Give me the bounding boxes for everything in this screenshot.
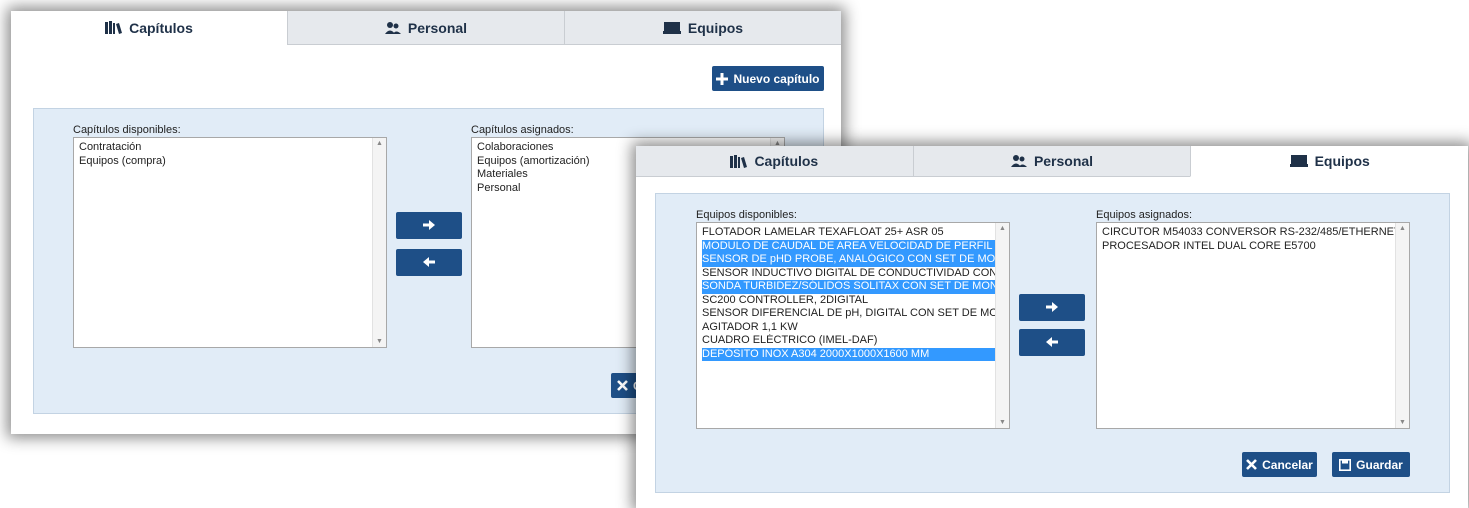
list-item[interactable]: Contratación [79, 141, 386, 155]
scroll-up-icon[interactable]: ▲ [996, 225, 1009, 232]
assigned-chapters-label: Capítulos asignados: [471, 124, 574, 136]
add-equipment-button[interactable] [1019, 294, 1085, 321]
assigned-equipment-label: Equipos asignados: [1096, 209, 1193, 221]
tab-label: Equipos [1314, 153, 1370, 169]
tab-chapters[interactable]: Capítulos [636, 146, 913, 176]
close-icon [617, 380, 628, 391]
scroll-up-icon[interactable]: ▲ [373, 140, 386, 147]
list-item[interactable]: SENSOR DIFERENCIAL DE pH, DIGITAL CON SE… [702, 307, 1009, 321]
arrow-right-icon [423, 217, 435, 235]
books-icon [730, 154, 748, 168]
users-icon [384, 21, 401, 35]
cancel-button[interactable]: Cancelar [1242, 452, 1317, 477]
available-equipment-label: Equipos disponibles: [696, 209, 797, 221]
tab-equipment[interactable]: Equipos [1190, 146, 1469, 177]
remove-equipment-button[interactable] [1019, 329, 1085, 356]
save-label: Guardar [1356, 457, 1403, 472]
tab-equipment[interactable]: Equipos [564, 11, 841, 44]
available-equipment-list[interactable]: FLOTADOR LAMELAR TEXAFLOAT 25+ ASR 05 MOD… [696, 222, 1010, 429]
list-item[interactable]: MODULO DE CAUDAL DE AREA VELOCIDAD DE PE… [702, 239, 995, 253]
new-chapter-button[interactable]: Nuevo capítulo [712, 66, 824, 91]
tab-label: Capítulos [129, 19, 193, 36]
tab-label: Personal [1033, 153, 1094, 169]
scroll-down-icon[interactable]: ▼ [996, 419, 1009, 426]
list-item[interactable]: SONDA TURBIDEZ/SÓLIDOS SOLITAX CON SET D… [702, 280, 995, 294]
arrow-left-icon [1046, 334, 1058, 352]
list-item[interactable]: SC200 CONTROLLER, 2DIGITAL [702, 294, 1009, 308]
equipment-window: Capítulos Personal Equipos Equipos dispo… [636, 146, 1469, 508]
arrow-right-icon [1046, 299, 1058, 317]
scrollbar[interactable]: ▲▼ [372, 138, 386, 347]
arrow-left-icon [423, 254, 435, 272]
list-item[interactable]: Equipos (compra) [79, 155, 386, 169]
list-item[interactable]: DEPÓSITO INOX A304 2000X1000X1600 MM [702, 347, 995, 361]
tab-chapters[interactable]: Capítulos [11, 11, 287, 45]
new-chapter-label: Nuevo capítulo [733, 71, 820, 86]
scroll-down-icon[interactable]: ▼ [373, 338, 386, 345]
list-item[interactable]: SENSOR INDUCTIVO DIGITAL DE CONDUCTIVIDA… [702, 267, 1009, 281]
tab-bar: Capítulos Personal Equipos [11, 11, 841, 45]
tab-personnel[interactable]: Personal [912, 146, 1191, 176]
equipment-assign-area: Equipos disponibles: FLOTADOR LAMELAR TE… [655, 193, 1450, 493]
close-icon [1246, 459, 1258, 470]
list-item[interactable]: SENSOR DE pHD PROBE, ANALÓGICO CON SET D… [702, 253, 995, 267]
available-chapters-label: Capítulos disponibles: [73, 124, 181, 136]
remove-chapter-button[interactable] [396, 249, 462, 276]
scroll-up-icon[interactable]: ▲ [1396, 225, 1409, 232]
scroll-down-icon[interactable]: ▼ [1396, 419, 1409, 426]
save-button[interactable]: Guardar [1332, 452, 1410, 477]
books-icon [105, 21, 123, 34]
plus-icon [716, 72, 729, 85]
list-item[interactable]: AGITADOR 1,1 KW [702, 321, 1009, 335]
tab-personnel[interactable]: Personal [287, 11, 564, 44]
equipment-icon [662, 21, 681, 34]
users-icon [1010, 154, 1027, 168]
cancel-label: Cancelar [1262, 457, 1313, 472]
equipment-icon [1289, 155, 1308, 167]
tab-bar: Capítulos Personal Equipos [636, 146, 1469, 177]
add-chapter-button[interactable] [396, 212, 462, 239]
tab-label: Personal [407, 19, 468, 36]
tab-label: Capítulos [754, 153, 819, 169]
list-item[interactable]: PROCESADOR INTEL DUAL CORE E5700 [1102, 240, 1409, 254]
list-item[interactable]: CIRCUTOR M54033 CONVERSOR RS-232/485/ETH… [1102, 226, 1409, 240]
available-chapters-list[interactable]: Contratación Equipos (compra) ▲ ▼ [73, 137, 387, 348]
scrollbar[interactable]: ▲▼ [995, 223, 1009, 428]
list-item[interactable]: CUADRO ELÉCTRICO (IMEL-DAF) [702, 334, 1009, 348]
assigned-equipment-list[interactable]: CIRCUTOR M54033 CONVERSOR RS-232/485/ETH… [1096, 222, 1410, 429]
scrollbar[interactable]: ▲▼ [1395, 223, 1409, 428]
save-icon [1339, 458, 1352, 471]
list-item[interactable]: FLOTADOR LAMELAR TEXAFLOAT 25+ ASR 05 [702, 226, 1009, 240]
tab-label: Equipos [687, 19, 744, 36]
